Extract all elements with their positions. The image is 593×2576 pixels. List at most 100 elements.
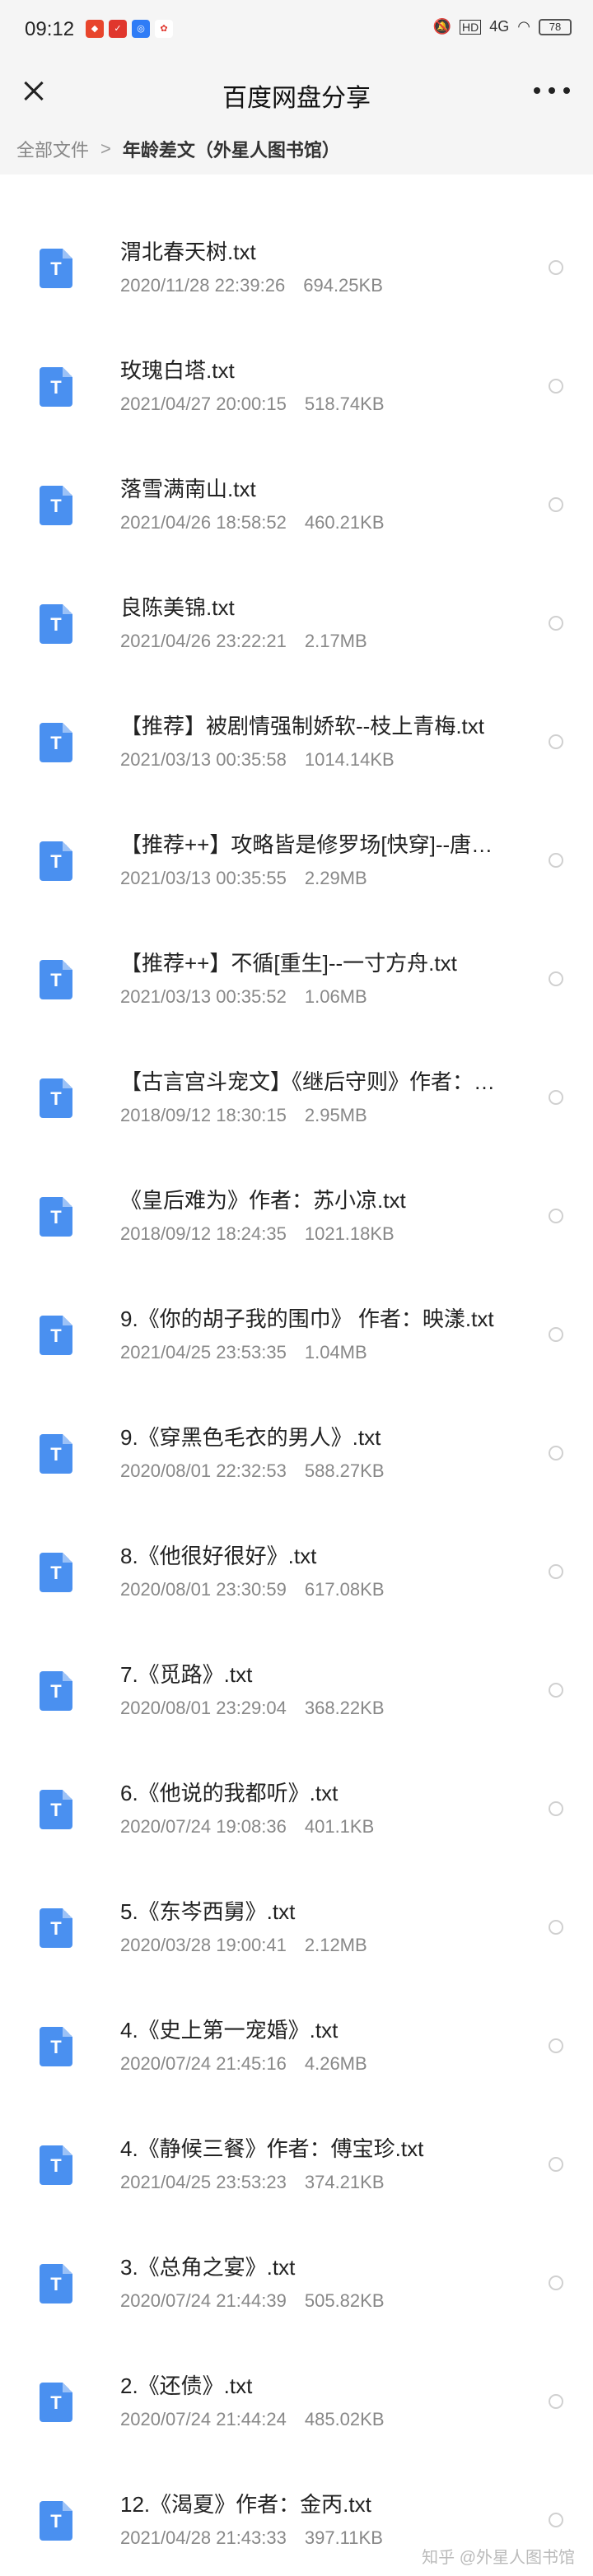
file-row[interactable]: T 落雪满南山.txt 2021/04/26 18:58:52 460.21KB: [0, 448, 593, 566]
file-name: 7.《觅路》.txt: [120, 1662, 253, 1687]
file-row[interactable]: T 9.《你的胡子我的围巾》 作者：映漾.txt 2021/04/25 23:53:…: [0, 1278, 593, 1396]
file-meta: 2020/08/01 23:30:59 617.08KB: [120, 1579, 385, 1600]
txt-file-icon: T: [40, 1671, 72, 1711]
file-date: 2021/03/13 00:35:58: [120, 749, 287, 770]
network-label: 4G: [489, 18, 510, 35]
file-meta: 2020/07/24 21:44:39 505.82KB: [120, 2290, 385, 2312]
file-size: 2.17MB: [304, 631, 367, 651]
select-radio[interactable]: [549, 497, 563, 512]
file-size: 1021.18KB: [304, 1223, 395, 1244]
select-radio[interactable]: [549, 1446, 563, 1460]
file-meta: 2020/07/24 19:08:36 401.1KB: [120, 1816, 374, 1838]
file-date: 2020/08/01 23:29:04: [120, 1698, 287, 1718]
file-meta: 2021/04/27 20:00:15 518.74KB: [120, 394, 385, 415]
file-row[interactable]: T 6.《他说的我都听》.txt 2020/07/24 19:08:36 401.1K…: [0, 1752, 593, 1870]
file-date: 2021/04/27 20:00:15: [120, 394, 287, 414]
file-meta: 2018/09/12 18:24:35 1021.18KB: [120, 1223, 395, 1245]
file-size: 401.1KB: [304, 1816, 375, 1837]
file-size: 460.21KB: [304, 512, 385, 533]
file-meta: 2020/08/01 22:32:53 588.27KB: [120, 1460, 385, 1482]
file-date: 2020/07/24 21:45:16: [120, 2053, 287, 2074]
select-radio[interactable]: [549, 853, 563, 868]
txt-file-icon: T: [40, 1790, 72, 1829]
app-icon-3: ◎: [132, 20, 150, 38]
file-name: 【推荐++】不循[重生]--一寸方舟.txt: [120, 951, 457, 976]
file-date: 2020/07/24 21:44:39: [120, 2290, 287, 2311]
file-date: 2020/03/28 19:00:41: [120, 1935, 287, 1955]
file-row[interactable]: T 渭北春天树.txt 2020/11/28 22:39:26 694.25KB: [0, 211, 593, 329]
txt-file-icon: T: [40, 1434, 72, 1474]
file-size: 485.02KB: [304, 2409, 385, 2429]
file-list: T 渭北春天树.txt 2020/11/28 22:39:26 694.25KB T 玫瑰…: [0, 211, 593, 2576]
select-radio[interactable]: [549, 1090, 563, 1105]
select-radio[interactable]: [549, 1327, 563, 1342]
file-size: 2.95MB: [304, 1105, 367, 1125]
status-app-icons: ◆ ✓ ◎ ✿: [86, 20, 173, 38]
file-row[interactable]: T 良陈美锦.txt 2021/04/26 23:22:21 2.17MB: [0, 566, 593, 685]
file-name: 落雪满南山.txt: [120, 477, 256, 501]
file-row[interactable]: T 玫瑰白塔.txt 2021/04/27 20:00:15 518.74KB: [0, 329, 593, 448]
select-radio[interactable]: [549, 2276, 563, 2290]
file-name: 9.《穿黑色毛衣的男人》.txt: [120, 1425, 381, 1450]
file-name: 玫瑰白塔.txt: [120, 358, 235, 383]
select-radio[interactable]: [549, 1920, 563, 1935]
txt-file-icon: T: [40, 723, 72, 762]
file-row[interactable]: T 5.《东岑西舅》.txt 2020/03/28 19:00:41 2.12MB: [0, 1870, 593, 1989]
file-size: 397.11KB: [304, 2527, 383, 2548]
file-size: 2.29MB: [304, 868, 367, 888]
file-size: 368.22KB: [304, 1698, 385, 1718]
txt-file-icon: T: [40, 960, 72, 999]
select-radio[interactable]: [549, 1801, 563, 1816]
file-row[interactable]: T 4.《静候三餐》作者：傅宝珍.txt 2021/04/25 23:53:23 37…: [0, 2108, 593, 2226]
file-row[interactable]: T 8.《他很好很好》.txt 2020/08/01 23:30:59 617.08K…: [0, 1515, 593, 1633]
page-title: 百度网盘分享: [222, 85, 371, 112]
file-size: 518.74KB: [304, 394, 385, 414]
txt-file-icon: T: [40, 486, 72, 525]
file-row[interactable]: T 【推荐++】攻略皆是修罗场[快穿]--唐… 2021/03/13 00:35:5…: [0, 804, 593, 922]
select-radio[interactable]: [549, 2157, 563, 2172]
file-name: 3.《总角之宴》.txt: [120, 2255, 296, 2280]
file-date: 2021/04/25 23:53:35: [120, 1342, 287, 1363]
txt-file-icon: T: [40, 2145, 72, 2185]
file-date: 2020/07/24 21:44:24: [120, 2409, 287, 2429]
file-meta: 2021/03/13 00:35:55 2.29MB: [120, 868, 367, 889]
txt-file-icon: T: [40, 1553, 72, 1592]
file-date: 2021/04/28 21:43:33: [120, 2527, 287, 2548]
select-radio[interactable]: [549, 2394, 563, 2409]
file-row[interactable]: T 【推荐】被剧情强制娇软--枝上青梅.txt 2021/03/13 00:35:5…: [0, 685, 593, 804]
txt-file-icon: T: [40, 249, 72, 288]
select-radio[interactable]: [549, 734, 563, 749]
file-row[interactable]: T 《皇后难为》作者：苏小凉.txt 2018/09/12 18:24:35 1021…: [0, 1159, 593, 1278]
file-name: 2.《还债》.txt: [120, 2373, 253, 2398]
file-row[interactable]: T 4.《史上第一宠婚》.txt 2020/07/24 21:45:16 4.26MB: [0, 1989, 593, 2108]
file-row[interactable]: T 3.《总角之宴》.txt 2020/07/24 21:44:39 505.82KB: [0, 2226, 593, 2345]
file-date: 2020/08/01 23:30:59: [120, 1579, 287, 1600]
file-meta: 2021/03/13 00:35:52 1.06MB: [120, 986, 367, 1008]
file-row[interactable]: T 9.《穿黑色毛衣的男人》.txt 2020/08/01 22:32:53 588.…: [0, 1396, 593, 1515]
file-row[interactable]: T 7.《觅路》.txt 2020/08/01 23:29:04 368.22KB: [0, 1633, 593, 1752]
breadcrumb-root-link[interactable]: 全部文件: [16, 136, 89, 162]
file-size: 1.06MB: [304, 986, 367, 1007]
txt-file-icon: T: [40, 2027, 72, 2066]
file-date: 2018/09/12 18:30:15: [120, 1105, 287, 1125]
select-radio[interactable]: [549, 1209, 563, 1223]
select-radio[interactable]: [549, 971, 563, 986]
file-date: 2018/09/12 18:24:35: [120, 1223, 287, 1244]
select-radio[interactable]: [549, 616, 563, 631]
file-row[interactable]: T 【古言宫斗宠文】《继后守则》作者：… 2018/09/12 18:30:15 2.…: [0, 1041, 593, 1159]
select-radio[interactable]: [549, 379, 563, 394]
select-radio[interactable]: [549, 2038, 563, 2053]
file-row[interactable]: T 【推荐++】不循[重生]--一寸方舟.txt 2021/03/13 00:35:…: [0, 922, 593, 1041]
file-row[interactable]: T 2.《还债》.txt 2020/07/24 21:44:24 485.02KB: [0, 2345, 593, 2463]
select-radio[interactable]: [549, 1683, 563, 1698]
breadcrumb-current-folder: 年龄差文（外星人图书馆）: [122, 140, 340, 161]
select-radio[interactable]: [549, 1564, 563, 1579]
txt-file-icon: T: [40, 2501, 72, 2541]
select-radio[interactable]: [549, 260, 563, 275]
select-radio[interactable]: [549, 2513, 563, 2527]
file-name: 4.《史上第一宠婚》.txt: [120, 2018, 339, 2043]
file-size: 694.25KB: [303, 275, 383, 296]
more-menu-icon[interactable]: [534, 76, 570, 105]
file-meta: 2020/08/01 23:29:04 368.22KB: [120, 1698, 385, 1719]
status-bar: 09:12 ◆ ✓ ◎ ✿ 🔕 HD 4G ◠ 78: [0, 0, 593, 59]
